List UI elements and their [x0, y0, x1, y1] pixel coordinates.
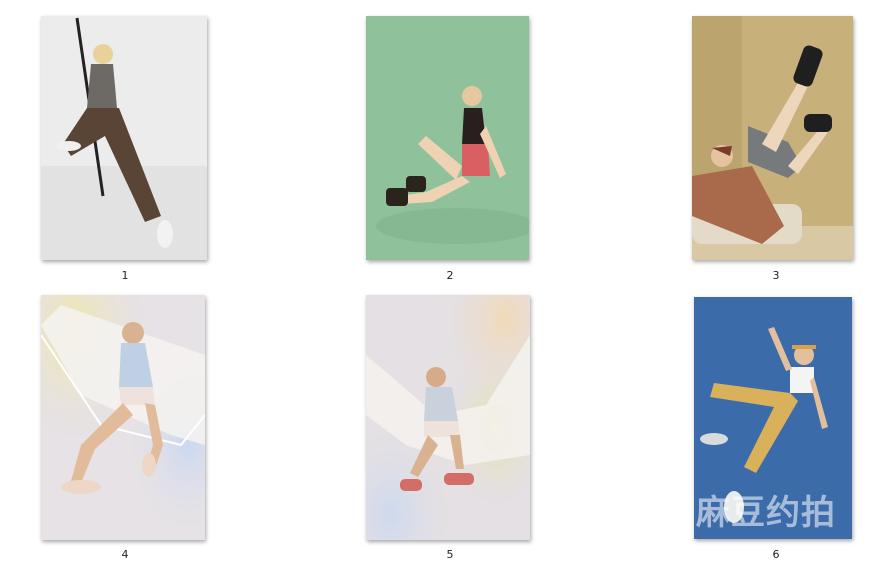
photo-2-image — [366, 16, 529, 260]
photo-thumbnail-2[interactable] — [366, 16, 529, 260]
photo-caption-4: 4 — [121, 548, 129, 561]
photo-thumbnail-3[interactable] — [692, 16, 853, 260]
photo-thumbnail-4[interactable] — [41, 295, 205, 540]
photo-5-image — [366, 295, 530, 540]
photo-caption-2: 2 — [446, 269, 454, 282]
photo-caption-6: 6 — [772, 548, 780, 561]
photo-3-image — [692, 16, 853, 260]
photo-thumbnail-5[interactable] — [366, 295, 530, 540]
watermark-text: 麻豆约拍 — [696, 493, 836, 533]
photo-thumbnail-1[interactable] — [41, 16, 207, 260]
photo-4-image — [41, 295, 205, 540]
photo-1-image — [41, 16, 207, 260]
photo-caption-3: 3 — [772, 269, 780, 282]
photo-caption-1: 1 — [121, 269, 129, 282]
photo-caption-5: 5 — [446, 548, 454, 561]
